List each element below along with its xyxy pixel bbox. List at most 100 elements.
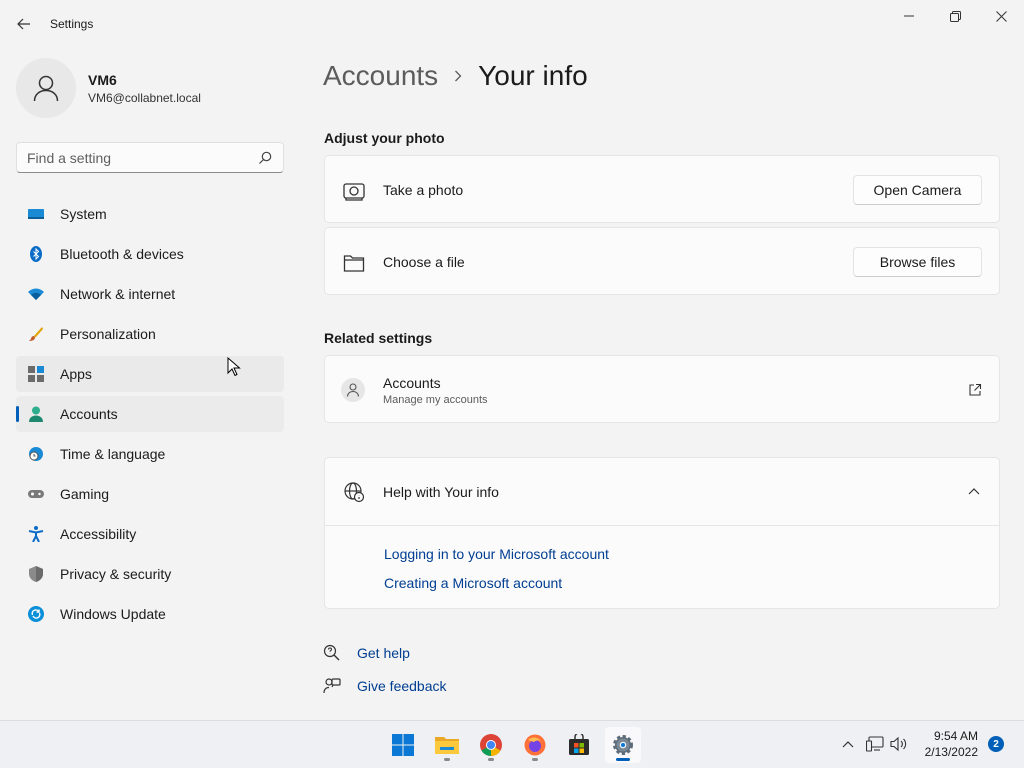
sidebar-nav: System Bluetooth & devices Network & int… [16,196,284,636]
breadcrumb: Accounts Your info [323,56,588,96]
restore-icon [949,10,961,22]
person-outline-icon [347,383,359,397]
sidebar-item-accounts[interactable]: Accounts [16,396,284,432]
accessibility-icon [28,526,44,542]
sidebar-item-label: Bluetooth & devices [60,246,184,262]
app-title: Settings [50,17,94,31]
start-button[interactable] [385,727,421,763]
minimize-button[interactable] [886,0,932,32]
page-title: Your info [478,60,588,91]
sidebar-item-label: Time & language [60,446,166,462]
taskbar-firefox[interactable] [517,727,553,763]
sidebar-item-label: System [60,206,107,222]
notification-badge[interactable]: 2 [988,736,1004,752]
sidebar-item-accessibility[interactable]: Accessibility [16,516,284,552]
choose-file-card: Choose a file Browse files [324,227,1000,295]
update-icon [28,606,44,622]
choose-file-label: Choose a file [383,254,465,270]
windows-logo-icon [392,734,414,756]
search-input[interactable] [27,149,247,167]
taskbar-store[interactable] [561,727,597,763]
related-settings-heading: Related settings [324,330,433,346]
taskbar [0,720,1024,768]
close-button[interactable] [978,0,1024,32]
sidebar-item-privacy[interactable]: Privacy & security [16,556,284,592]
sidebar-item-windows-update[interactable]: Windows Update [16,596,284,632]
open-camera-button[interactable]: Open Camera [853,175,982,205]
search-icon [259,151,272,164]
store-icon [569,734,589,755]
gear-icon [613,735,633,755]
chevron-up-icon[interactable] [968,487,980,495]
globe-clock-icon [29,447,43,461]
chevron-up-icon [842,741,854,748]
back-arrow-icon [17,18,30,30]
sidebar-item-label: Windows Update [60,606,166,622]
search-box[interactable] [16,142,284,173]
help-card: Help with Your info Logging in to your M… [324,457,1000,609]
mouse-cursor-icon [227,357,241,377]
sidebar-item-label: Apps [60,366,92,382]
monitor-icon [28,209,44,219]
camera-icon [343,183,365,201]
help-expander-header[interactable]: Help with Your info [325,458,999,526]
avatar [16,58,76,118]
accounts-link-sublabel: Manage my accounts [383,394,488,406]
sidebar-item-label: Accounts [60,406,118,422]
taskbar-settings[interactable] [605,727,641,763]
sidebar-item-label: Personalization [60,326,156,342]
sidebar-item-network[interactable]: Network & internet [16,276,284,312]
get-help-icon [323,644,340,661]
tray-network-button[interactable] [866,735,884,753]
restore-button[interactable] [932,0,978,32]
breadcrumb-parent[interactable]: Accounts [323,60,438,92]
accounts-avatar [341,378,365,402]
take-photo-card: Take a photo Open Camera [324,155,1000,223]
taskbar-file-explorer[interactable] [429,727,465,763]
browse-files-button[interactable]: Browse files [853,247,982,277]
external-link-icon [969,383,982,396]
taskbar-chrome[interactable] [473,727,509,763]
help-title: Help with Your info [383,484,499,500]
sidebar-item-time-language[interactable]: Time & language [16,436,284,472]
bluetooth-icon [30,246,42,262]
globe-help-icon [344,482,365,503]
sidebar-item-gaming[interactable]: Gaming [16,476,284,512]
close-icon [995,10,1007,22]
apps-icon [28,366,44,382]
sidebar-item-bluetooth[interactable]: Bluetooth & devices [16,236,284,272]
get-help-link[interactable]: Get help [357,645,410,661]
person-icon [29,406,43,422]
minimize-icon [904,15,914,17]
help-link-login[interactable]: Logging in to your Microsoft account [384,546,609,562]
firefox-icon [524,734,546,756]
folder-icon [343,255,365,272]
user-email: VM6@collabnet.local [88,91,201,105]
taskbar-clock-date[interactable]: 2/13/2022 [915,745,978,759]
shield-icon [29,566,43,582]
taskbar-clock-time[interactable]: 9:54 AM [920,729,978,743]
sidebar-item-personalization[interactable]: Personalization [16,316,284,352]
sidebar-item-label: Accessibility [60,526,137,542]
tray-volume-button[interactable] [890,735,908,753]
tray-overflow-button[interactable] [839,735,857,753]
feedback-icon [323,678,341,694]
folder-icon [435,737,459,754]
accounts-link-card[interactable]: Accounts Manage my accounts [324,355,1000,423]
sidebar-item-label: Network & internet [60,286,176,302]
user-icon [33,75,59,102]
back-button[interactable] [12,12,36,36]
take-photo-label: Take a photo [383,182,464,198]
gamepad-icon [28,490,44,498]
give-feedback-link[interactable]: Give feedback [357,678,447,694]
help-link-create-account[interactable]: Creating a Microsoft account [384,575,562,591]
accounts-link-label: Accounts [383,375,441,391]
network-icon [866,736,884,752]
sidebar-item-apps[interactable]: Apps [16,356,284,392]
sidebar-item-label: Privacy & security [60,566,172,582]
paintbrush-icon [29,327,43,341]
breadcrumb-chevron-icon [454,66,462,87]
sidebar-item-label: Gaming [60,486,110,502]
sidebar-item-system[interactable]: System [16,196,284,232]
title-bar: Settings [0,0,1024,48]
